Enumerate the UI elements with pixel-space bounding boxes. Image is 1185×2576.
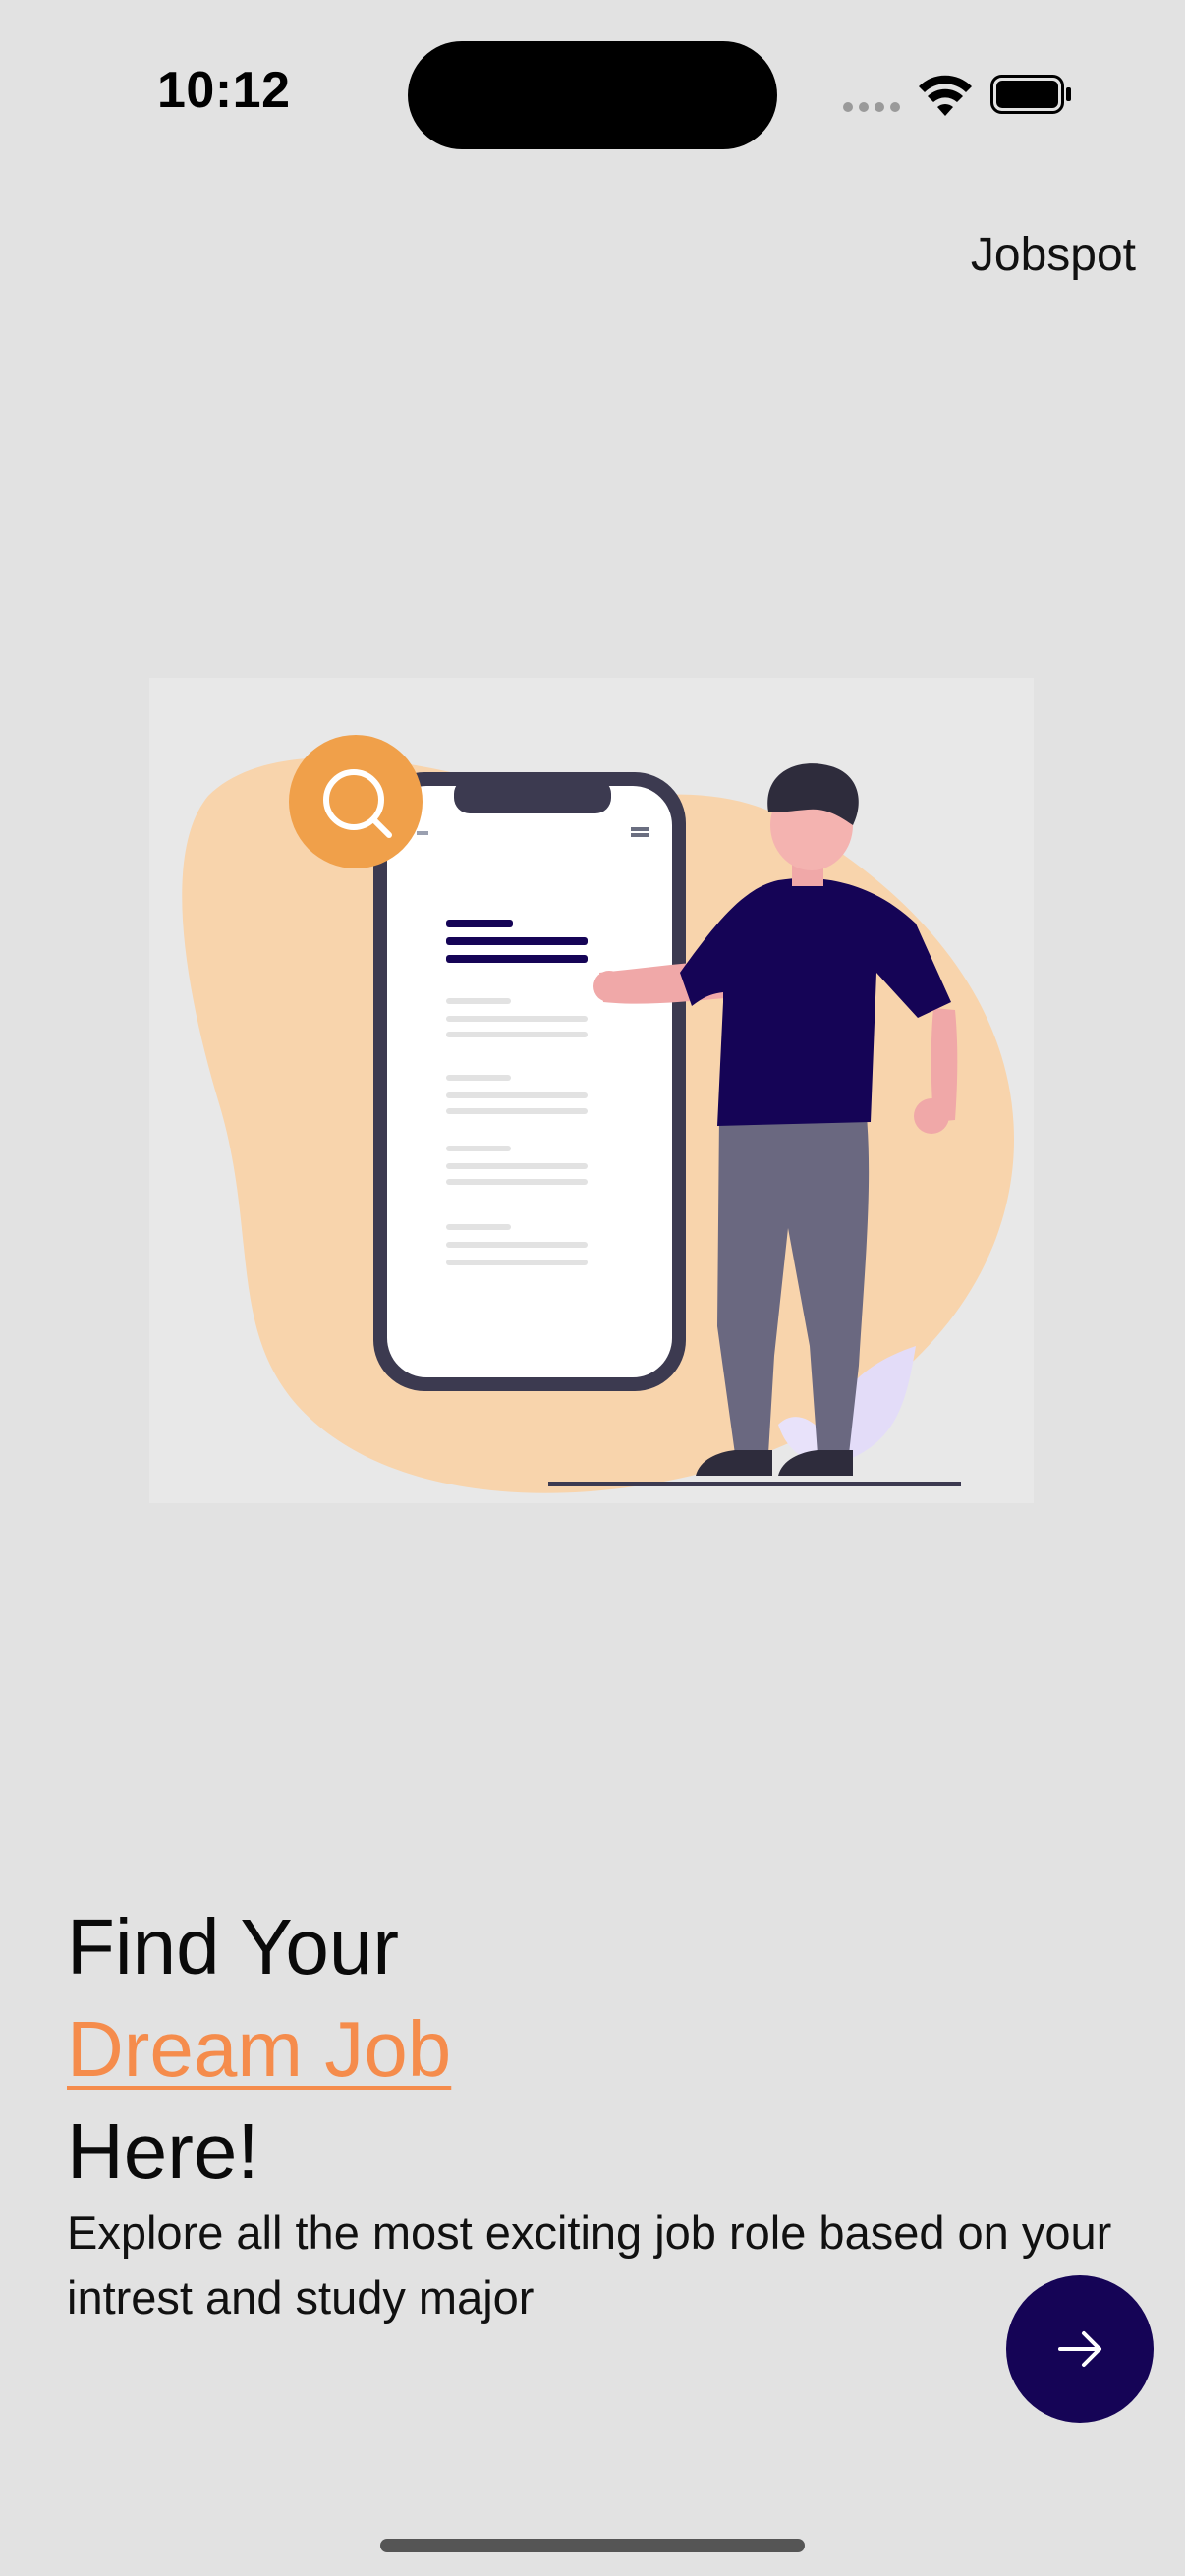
- headline-line-3: Here!: [67, 2107, 259, 2195]
- headline-line-1: Find Your: [67, 1903, 400, 1990]
- wifi-icon: [919, 75, 972, 116]
- cellular-signal-icon: [843, 102, 902, 112]
- person-with-phone-illustration: [149, 678, 1034, 1503]
- hero-subtitle: Explore all the most exciting job role b…: [67, 2207, 1112, 2324]
- arrow-right-icon: [1058, 2331, 1101, 2367]
- battery-icon: [990, 75, 1071, 114]
- status-bar: 10:12: [0, 0, 1185, 187]
- home-indicator[interactable]: [380, 2539, 805, 2552]
- dynamic-island: [408, 41, 777, 149]
- headline-accent: Dream Job: [67, 2005, 452, 2093]
- status-icons: [843, 67, 1079, 122]
- brand-name: Jobspot: [970, 229, 1136, 281]
- hero-headline: Find Your Dream Job Here!: [67, 1896, 1049, 2203]
- status-time: 10:12: [157, 62, 291, 119]
- next-button[interactable]: [1006, 2275, 1154, 2423]
